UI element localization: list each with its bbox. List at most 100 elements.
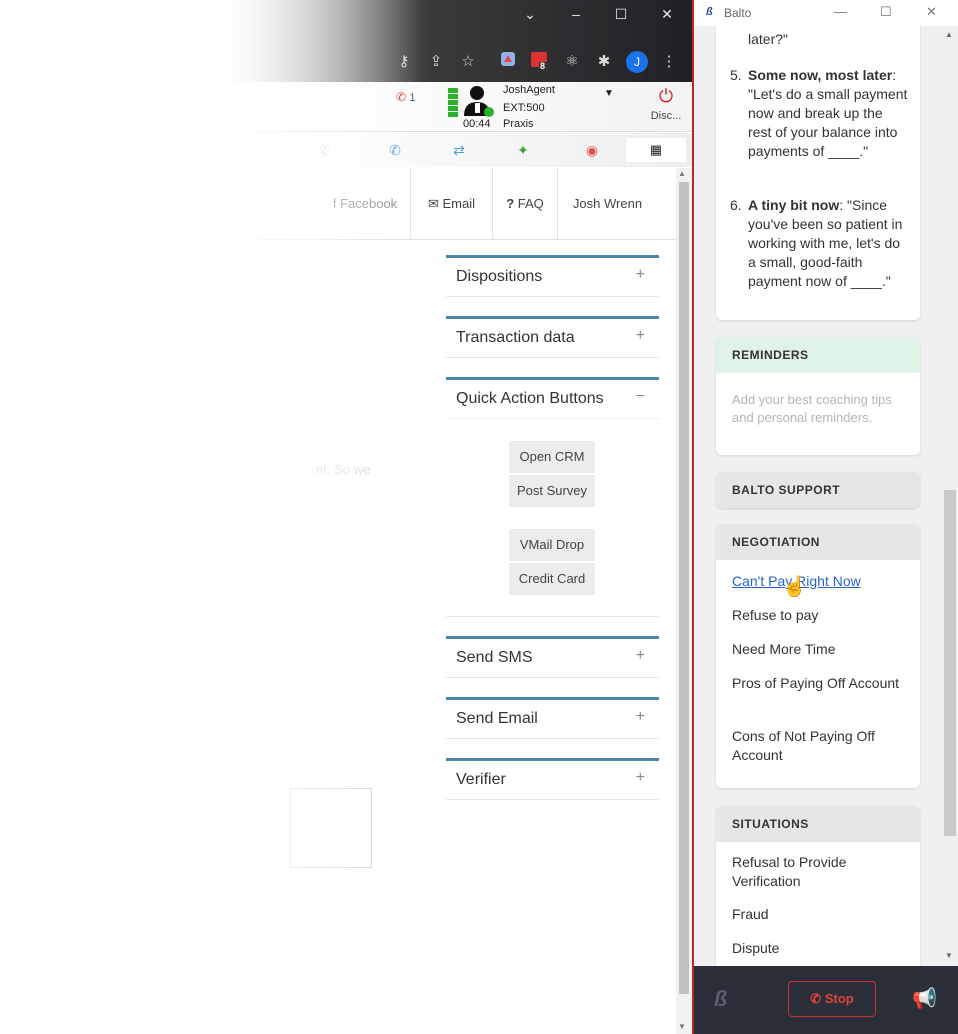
script-item-number: 5.	[730, 67, 742, 83]
missed-calls[interactable]: ✆ 1	[396, 90, 416, 104]
disconnect-button[interactable]: ⏻ Disc...	[646, 86, 686, 124]
panel-send-email[interactable]: Send Email +	[446, 697, 659, 739]
facebook-icon: f	[332, 196, 337, 211]
panel-dispositions[interactable]: Dispositions +	[446, 255, 659, 297]
phone-call-icon[interactable]: ✆	[380, 140, 410, 160]
negotiation-card: NEGOTIATION Can't Pay Right Now Refuse t…	[716, 524, 920, 788]
scroll-up-icon[interactable]: ▲	[678, 169, 686, 178]
expand-icon[interactable]: +	[636, 708, 645, 726]
balto-close-icon[interactable]: ✕	[926, 4, 937, 20]
open-crm-button[interactable]: Open CRM	[509, 441, 595, 473]
megaphone-icon[interactable]: 📢	[912, 986, 937, 1011]
panel-quick-action-buttons[interactable]: Quick Action Buttons −	[446, 377, 659, 419]
dialpad-button[interactable]: ▦	[626, 138, 686, 162]
reminders-input[interactable]: Add your best coaching tips and personal…	[732, 391, 908, 427]
script-item-heading: Some now, most later	[748, 67, 893, 83]
question-icon: ?	[506, 196, 515, 211]
agent-desktop: ⌄ – ☐ ✕ ⚷ ⇪ ☆ 8 ⚛ ✱ J ⋮ ✆ 1 JoshAgent EX…	[0, 0, 692, 1034]
notes-textarea[interactable]	[290, 788, 372, 868]
panel-verifier[interactable]: Verifier +	[446, 758, 659, 800]
balto-minimize-icon[interactable]: —	[834, 4, 847, 19]
expand-icon[interactable]: +	[636, 327, 645, 345]
react-extension-icon[interactable]: ⚛	[560, 50, 584, 74]
campaign-name: Praxis	[503, 118, 534, 130]
star-icon[interactable]: ☆	[456, 50, 480, 74]
negotiation-item-refuse[interactable]: Refuse to pay	[732, 606, 908, 625]
power-icon: ⏻	[658, 86, 674, 106]
panel-divider	[446, 616, 659, 617]
agent-dropdown-icon[interactable]: ▼	[604, 88, 614, 99]
record-icon[interactable]: ◉	[577, 140, 607, 160]
extension-badge: 8	[540, 61, 546, 71]
situations-item-refusal[interactable]: Refusal to Provide Verification	[732, 853, 908, 891]
hangup-icon: ✆	[396, 90, 407, 104]
phone-muted-icon[interactable]: ✆	[310, 140, 340, 160]
balto-scrollbar-thumb[interactable]	[944, 490, 956, 836]
balto-support-card[interactable]: BALTO SUPPORT	[716, 472, 920, 508]
situations-item-fraud[interactable]: Fraud	[732, 905, 908, 924]
situations-title: SITUATIONS	[716, 806, 920, 842]
minimize-icon[interactable]: –	[556, 2, 596, 26]
hand-cursor-icon: ☝	[782, 576, 807, 598]
phone-icon: ✆	[810, 991, 822, 1006]
extension-map-icon[interactable]	[496, 50, 520, 74]
expand-icon[interactable]: +	[636, 647, 645, 665]
nav-facebook[interactable]: f Facebook	[320, 168, 410, 240]
close-icon[interactable]: ✕	[647, 2, 687, 26]
profile-avatar[interactable]: J	[625, 50, 649, 74]
balto-maximize-icon[interactable]: ☐	[880, 4, 892, 20]
script-item-tiny-bit: A tiny bit now: "Since you've been so pa…	[748, 196, 908, 291]
puzzle-icon[interactable]: ✱	[592, 50, 616, 74]
panel-title: Verifier	[456, 771, 506, 788]
agent-name: JoshAgent	[503, 84, 555, 96]
nav-faq-label: FAQ	[517, 196, 544, 211]
panel-send-sms[interactable]: Send SMS +	[446, 636, 659, 678]
page-scrollbar-thumb[interactable]	[679, 182, 689, 994]
collapse-icon[interactable]: −	[636, 388, 645, 406]
disconnect-label: Disc...	[650, 110, 682, 122]
script-item-some-now: Some now, most later: "Let's do a small …	[748, 66, 908, 161]
script-card: later?" 5. Some now, most later: "Let's …	[716, 20, 920, 320]
panel-transaction-data[interactable]: Transaction data +	[446, 316, 659, 358]
nav-email[interactable]: ✉ Email	[410, 168, 492, 240]
balto-scroll-down-icon[interactable]: ▼	[945, 951, 953, 960]
call-timer: 00:44	[463, 118, 491, 130]
maximize-icon[interactable]: ☐	[601, 2, 641, 26]
agent-status-bar	[0, 82, 692, 132]
vmail-drop-button[interactable]: VMail Drop	[509, 529, 595, 561]
nav-user-label: Josh Wrenn	[572, 196, 643, 211]
nav-faq[interactable]: ? FAQ	[492, 168, 557, 240]
envelope-icon: ✉	[427, 196, 439, 211]
nav-user[interactable]: Josh Wrenn	[557, 168, 657, 240]
transfer-icon[interactable]: ⇄	[444, 140, 474, 160]
balto-logo-icon: ß	[706, 6, 713, 18]
nav-facebook-label: Facebook	[340, 196, 398, 211]
script-prev-tail: later?"	[748, 31, 788, 47]
expand-icon[interactable]: +	[636, 769, 645, 787]
menu-kebab-icon[interactable]: ⋮	[657, 50, 681, 74]
share-icon[interactable]: ⇪	[424, 50, 448, 74]
scroll-down-icon[interactable]: ▼	[678, 1022, 686, 1031]
signal-bars	[448, 88, 458, 118]
agent-avatar-icon	[462, 84, 496, 118]
balto-window-title: Balto	[724, 6, 752, 20]
extension-calendar-icon[interactable]: 8	[528, 50, 552, 74]
stop-button[interactable]: ✆ Stop	[788, 981, 876, 1017]
agent-ext: EXT:500	[503, 102, 545, 114]
reminders-card: REMINDERS Add your best coaching tips an…	[716, 337, 920, 455]
conference-icon[interactable]: ✦	[508, 140, 538, 160]
grid-icon: ▦	[649, 142, 663, 157]
balto-scroll-up-icon[interactable]: ▲	[945, 30, 953, 39]
negotiation-item-pros[interactable]: Pros of Paying Off Account	[732, 674, 908, 693]
situations-item-dispute[interactable]: Dispute	[732, 939, 908, 958]
credit-card-button[interactable]: Credit Card	[509, 563, 595, 595]
negotiation-item-cant-pay[interactable]: Can't Pay Right Now	[732, 572, 908, 591]
notes-text-partial: nt. So we	[316, 462, 371, 477]
expand-icon[interactable]: +	[636, 266, 645, 284]
panel-title: Send Email	[456, 710, 538, 727]
tab-search-icon[interactable]: ⌄	[510, 2, 550, 26]
post-survey-button[interactable]: Post Survey	[509, 475, 595, 507]
negotiation-item-more-time[interactable]: Need More Time	[732, 640, 908, 659]
negotiation-item-cons[interactable]: Cons of Not Paying Off Account	[732, 727, 908, 765]
key-icon[interactable]: ⚷	[392, 50, 416, 74]
